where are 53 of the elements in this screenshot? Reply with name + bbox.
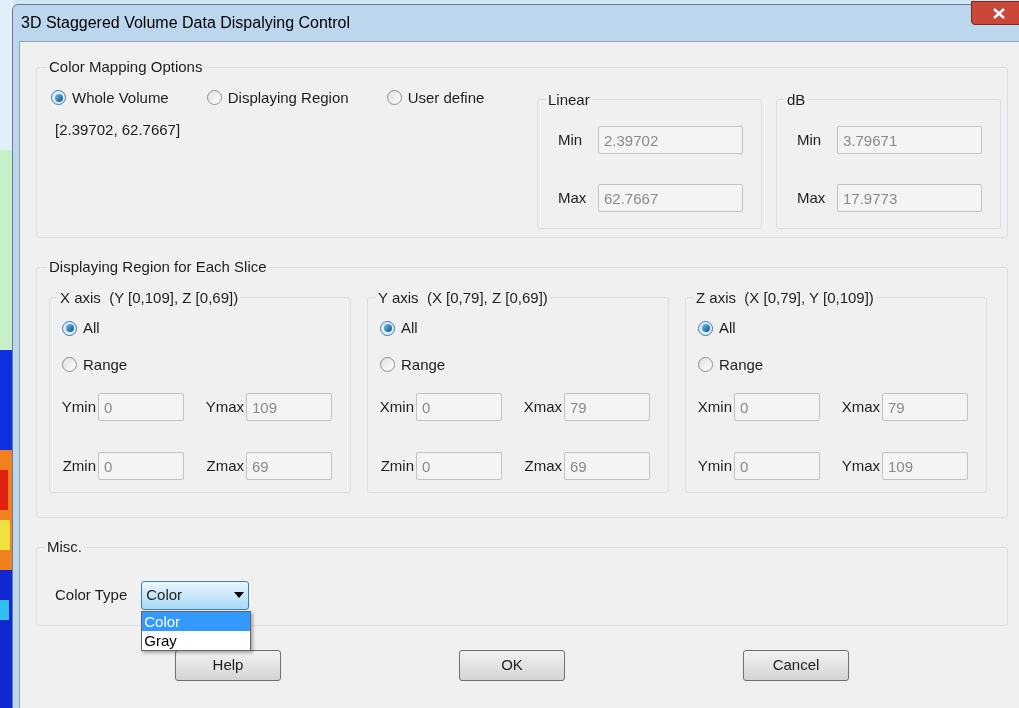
dialog-button[interactable]: OK	[459, 650, 565, 681]
field-label: Max	[797, 188, 827, 209]
dialog-button[interactable]: Cancel	[743, 650, 849, 681]
radio-label[interactable]: Range	[83, 353, 128, 376]
radio-button[interactable]	[62, 357, 77, 373]
radio-label[interactable]: Displaying Region	[227, 86, 349, 109]
field-label: Min	[558, 129, 584, 150]
radio-label[interactable]: All	[401, 317, 418, 340]
group-title: Displaying Region for Each Slice	[48, 257, 268, 277]
radio-button[interactable]	[51, 90, 66, 106]
radio-button[interactable]	[698, 357, 713, 373]
field-label: Zmax	[205, 455, 244, 476]
group-title: Color Mapping Options	[48, 57, 204, 77]
field-label: Xmin	[378, 396, 414, 417]
radio-button[interactable]	[206, 90, 222, 106]
field-label: Max	[558, 188, 588, 209]
color-type-dropdown[interactable]: Color	[141, 580, 250, 610]
field-label: Ymin	[60, 396, 96, 417]
radio-label[interactable]: Range	[719, 353, 764, 376]
field-label: Zmax	[523, 455, 562, 476]
radio-button[interactable]	[698, 320, 713, 336]
window-title: 3D Staggered Volume Data Dispalying Control	[21, 13, 351, 33]
radio-label[interactable]: Whole Volume	[72, 86, 169, 109]
field-label: Xmax	[840, 396, 880, 417]
dialog-button[interactable]: Help	[175, 650, 281, 681]
close-button[interactable]	[971, 1, 1019, 25]
field-label: Ymin	[696, 455, 732, 476]
field-label: Min	[797, 129, 823, 150]
field-label: Xmax	[522, 396, 562, 417]
radio-label[interactable]: User define	[407, 86, 485, 109]
group-title: X axis (Y [0,109], Z [0,69])	[59, 287, 240, 308]
radio-button[interactable]	[380, 320, 395, 336]
field-label: Zmin	[379, 455, 414, 476]
field-label: Ymax	[204, 396, 244, 417]
field-label: Ymax	[840, 455, 880, 476]
radio-button[interactable]	[380, 357, 395, 373]
group-title: Linear	[547, 89, 591, 110]
radio-label[interactable]: Range	[401, 353, 446, 376]
radio-button[interactable]	[62, 320, 77, 336]
group-title: dB	[786, 89, 807, 110]
field-label: Zmin	[61, 455, 96, 476]
field-label: Color Type	[55, 584, 128, 605]
radio-label[interactable]: All	[719, 317, 736, 340]
radio-label[interactable]: All	[83, 317, 100, 340]
dropdown-option[interactable]: Color	[142, 611, 251, 631]
group-title: Z axis (X [0,79], Y [0,109])	[695, 287, 875, 308]
close-icon	[993, 7, 1005, 19]
radio-button[interactable]	[386, 90, 402, 106]
group-title: Misc.	[46, 537, 83, 557]
field-label: Xmin	[696, 396, 732, 417]
range-text: [2.39702, 62.7667]	[55, 120, 182, 140]
group-title: Y axis (X [0,79], Z [0,69])	[377, 287, 549, 308]
caret-icon	[234, 592, 245, 598]
